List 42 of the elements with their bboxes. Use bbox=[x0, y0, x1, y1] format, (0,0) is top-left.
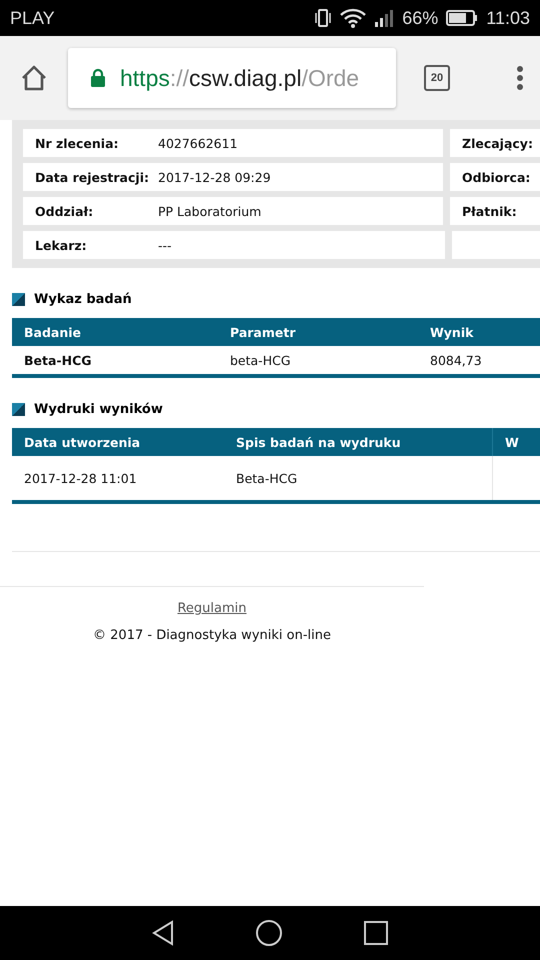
clock-time: 11:03 bbox=[486, 8, 530, 28]
back-icon[interactable] bbox=[151, 920, 175, 946]
recents-icon[interactable] bbox=[363, 920, 389, 946]
table-cell-text: beta-HCG bbox=[229, 352, 292, 370]
column-header: Badanie bbox=[23, 324, 82, 342]
field-value: 4027662611 bbox=[158, 136, 238, 150]
section-icon bbox=[12, 293, 25, 306]
column-header: Parametr bbox=[229, 324, 297, 342]
battery-icon bbox=[446, 10, 478, 26]
column-header: Spis badań na wydruku bbox=[235, 434, 402, 452]
field-label: Płatnik: bbox=[462, 204, 518, 218]
column-header: Data utworzenia bbox=[23, 434, 142, 452]
table-cell-text: 2017-12-28 11:01 bbox=[23, 470, 138, 488]
menu-icon[interactable] bbox=[516, 65, 524, 91]
field-value: PP Laboratorium bbox=[158, 204, 262, 218]
home-icon[interactable] bbox=[20, 65, 48, 91]
table-cell-text: Beta-HCG bbox=[23, 352, 92, 370]
field-label: Odbiorca: bbox=[462, 170, 532, 184]
section-title: Wykaz badań bbox=[34, 292, 132, 307]
field-label: Oddział: bbox=[35, 204, 94, 218]
address-bar[interactable]: https://csw.diag.pl/Orde bbox=[68, 48, 396, 108]
field-label: Nr zlecenia: bbox=[35, 136, 120, 150]
wifi-icon bbox=[340, 8, 366, 28]
field-value: --- bbox=[158, 238, 172, 252]
vibrate-icon bbox=[314, 8, 332, 28]
url-text: https://csw.diag.pl/Orde bbox=[120, 64, 360, 92]
lock-icon bbox=[90, 68, 106, 88]
column-header: Wynik bbox=[429, 324, 474, 342]
tab-count-button[interactable]: 20 bbox=[424, 65, 450, 91]
section-icon bbox=[12, 403, 25, 416]
table-cell-text: Beta-HCG bbox=[235, 470, 298, 488]
signal-icon bbox=[374, 8, 394, 28]
table-cell-text: 8084,73 bbox=[429, 352, 483, 370]
battery-percentage: 66% bbox=[402, 8, 438, 28]
section-title: Wydruki wyników bbox=[34, 402, 163, 417]
field-label: Lekarz: bbox=[35, 238, 88, 252]
field-label: Data rejestracji: bbox=[35, 170, 150, 184]
field-label: Zlecający: bbox=[462, 136, 534, 150]
terms-link[interactable]: Regulamin bbox=[177, 601, 247, 616]
carrier-name: PLAY bbox=[10, 8, 55, 28]
copyright-text: © 2017 - Diagnostyka wyniki on-line bbox=[93, 628, 331, 643]
field-value: 2017-12-28 09:29 bbox=[158, 170, 271, 184]
